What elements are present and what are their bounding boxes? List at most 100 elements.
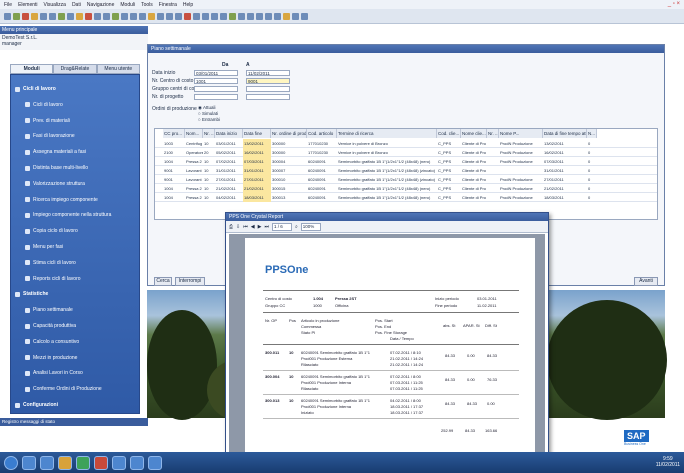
last-page-icon[interactable]: ⏭ xyxy=(264,224,269,230)
taskbar-app-icon[interactable] xyxy=(40,455,54,470)
grid-header[interactable]: Termine di ricerca xyxy=(337,129,437,138)
toolbar-button-icon[interactable] xyxy=(238,12,245,20)
nav-item[interactable]: Menu per fasi xyxy=(11,241,139,253)
start-button[interactable] xyxy=(4,455,18,470)
table-row[interactable]: 1004 Pressa 2 10 21/02/2011 21/02/2011 300015… xyxy=(155,184,657,193)
nav-item[interactable]: Conferme Ordini di Produzione xyxy=(11,383,139,395)
zoom-select[interactable]: 100% xyxy=(300,222,321,231)
nav-item[interactable]: Valorizzazione struttura xyxy=(11,178,139,190)
menu-item-file[interactable]: File xyxy=(4,2,12,8)
nav-folder[interactable]: Cicli di lavoro xyxy=(11,83,139,95)
toolbar-button-icon[interactable] xyxy=(31,12,38,20)
first-page-icon[interactable]: ⏮ xyxy=(243,224,248,230)
toolbar-button-icon[interactable] xyxy=(67,12,74,20)
toolbar-button-icon[interactable] xyxy=(112,12,119,20)
field-from[interactable] xyxy=(194,94,238,100)
toolbar-button-icon[interactable] xyxy=(166,12,173,20)
nav-item[interactable]: Prev. di materiali xyxy=(11,115,139,127)
toolbar-button-icon[interactable] xyxy=(94,12,101,20)
field-from[interactable]: 03/01/2011 xyxy=(194,70,238,76)
print-icon[interactable]: ⎙ xyxy=(229,224,233,230)
taskbar-app-icon[interactable] xyxy=(22,455,36,470)
nav-item[interactable]: Impiego componente nella struttura xyxy=(11,209,139,221)
window-controls[interactable]: _ ▫ × xyxy=(668,1,680,7)
nav-folder[interactable]: Statistiche xyxy=(11,288,139,300)
grid-header[interactable]: Nome P... xyxy=(499,129,543,138)
toolbar-button-icon[interactable] xyxy=(292,12,299,20)
taskbar-app-icon[interactable] xyxy=(130,455,144,470)
toolbar-button-icon[interactable] xyxy=(184,12,191,20)
toolbar-button-icon[interactable] xyxy=(49,12,56,20)
next-page-icon[interactable]: ▶ xyxy=(258,224,262,230)
menu-item-visualizza[interactable]: Visualizza xyxy=(44,2,66,8)
toolbar-button-icon[interactable] xyxy=(193,12,200,20)
toolbar-button-icon[interactable] xyxy=(121,12,128,20)
search-button[interactable]: Cerca xyxy=(154,277,172,286)
menu-item-elementi[interactable]: Elementi xyxy=(18,2,37,8)
grid-header[interactable]: Cod. articolo xyxy=(307,129,337,138)
table-row[interactable]: 1004 Pressa 2 10 04/02/2011 18/03/2011 300013… xyxy=(155,193,657,202)
taskbar-app-icon[interactable] xyxy=(148,455,162,470)
nav-item[interactable]: Distinta base multi-livello xyxy=(11,162,139,174)
toolbar-button-icon[interactable] xyxy=(229,12,236,20)
toolbar-button-icon[interactable] xyxy=(247,12,254,20)
nav-item[interactable]: Copia ciclo di lavoro xyxy=(11,225,139,237)
taskbar-app-icon[interactable] xyxy=(76,455,90,470)
menu-item-navigazione[interactable]: Navigazione xyxy=(87,2,115,8)
nav-item[interactable]: Mezzi in produzione xyxy=(11,352,139,364)
toolbar-button-icon[interactable] xyxy=(40,12,47,20)
toolbar-button-icon[interactable] xyxy=(103,12,110,20)
field-from[interactable] xyxy=(194,86,238,92)
toolbar-button-icon[interactable] xyxy=(4,12,11,20)
toolbar-button-icon[interactable] xyxy=(85,12,92,20)
nav-item[interactable]: Stima cicli di lavoro xyxy=(11,257,139,269)
menu-item-moduli[interactable]: Moduli xyxy=(120,2,135,8)
toolbar-button-icon[interactable] xyxy=(130,12,137,20)
prev-page-icon[interactable]: ◀ xyxy=(251,224,255,230)
order-radio[interactable]: ○ Entrambi xyxy=(198,117,220,122)
nav-item[interactable]: Capacità produttiva xyxy=(11,320,139,332)
orders-grid[interactable]: CC pro... Nom... Nr. ... Data inizio Data fi… xyxy=(154,128,658,220)
toolbar-button-icon[interactable] xyxy=(157,12,164,20)
status-log[interactable]: Registro messaggi di stato xyxy=(0,418,148,426)
table-row[interactable]: 1003 Centrifug 10 03/01/2011 13/02/2011 30000… xyxy=(155,139,657,148)
grid-header[interactable]: Nome clie... xyxy=(461,129,487,138)
toolbar-button-icon[interactable] xyxy=(283,12,290,20)
tab-moduli[interactable]: Moduli xyxy=(10,64,54,74)
nav-item[interactable]: Analisi Lavori in Corso xyxy=(11,367,139,379)
tab-drag-relate[interactable]: Drag&Relate xyxy=(53,64,97,74)
toolbar-button-icon[interactable] xyxy=(175,12,182,20)
field-to[interactable] xyxy=(246,94,290,100)
taskbar-app-icon[interactable] xyxy=(58,455,72,470)
toolbar-button-icon[interactable] xyxy=(301,12,308,20)
nav-item[interactable]: Cicli di lavoro xyxy=(11,99,139,111)
table-row[interactable]: 2100 Operatore 20 05/02/2011 16/02/2011 30000… xyxy=(155,148,657,157)
table-row[interactable]: 9001 Lavorant 10 31/01/2011 31/01/2011 300007… xyxy=(155,166,657,175)
search-icon[interactable]: ⌕ xyxy=(295,224,298,230)
toolbar-button-icon[interactable] xyxy=(13,12,20,20)
page-input[interactable]: 1 / 6 xyxy=(271,222,292,231)
toolbar-button-icon[interactable] xyxy=(139,12,146,20)
nav-item[interactable]: Fasi di lavorazione xyxy=(11,130,139,142)
nav-item[interactable]: Assegna materiali a fasi xyxy=(11,146,139,158)
field-to[interactable]: 9001 xyxy=(246,78,290,84)
next-button[interactable]: Avanti xyxy=(634,277,658,286)
field-to[interactable]: 11/02/2011 xyxy=(246,70,290,76)
grid-header[interactable]: Cod. clie... xyxy=(437,129,461,138)
toolbar-button-icon[interactable] xyxy=(211,12,218,20)
toolbar-button-icon[interactable] xyxy=(76,12,83,20)
table-row[interactable]: 9001 Lavorant 10 27/01/2011 27/01/2011 300010… xyxy=(155,175,657,184)
table-row[interactable]: 1004 Pressa 2 10 07/02/2011 07/03/2011 300004… xyxy=(155,157,657,166)
nav-item[interactable]: Reports cicli di lavoro xyxy=(11,273,139,285)
menu-item-finestra[interactable]: Finestra xyxy=(159,2,177,8)
menu-item-tools[interactable]: Tools xyxy=(141,2,153,8)
taskbar-app-icon[interactable] xyxy=(112,455,126,470)
toolbar-button-icon[interactable] xyxy=(265,12,272,20)
toolbar-button-icon[interactable] xyxy=(256,12,263,20)
export-icon[interactable]: ⇩ xyxy=(236,224,240,230)
nav-item[interactable]: Calcolo a consuntivo xyxy=(11,336,139,348)
grid-header[interactable]: N... xyxy=(587,129,597,138)
toolbar-button-icon[interactable] xyxy=(274,12,281,20)
toolbar-button-icon[interactable] xyxy=(22,12,29,20)
taskbar-app-icon[interactable] xyxy=(94,455,108,470)
